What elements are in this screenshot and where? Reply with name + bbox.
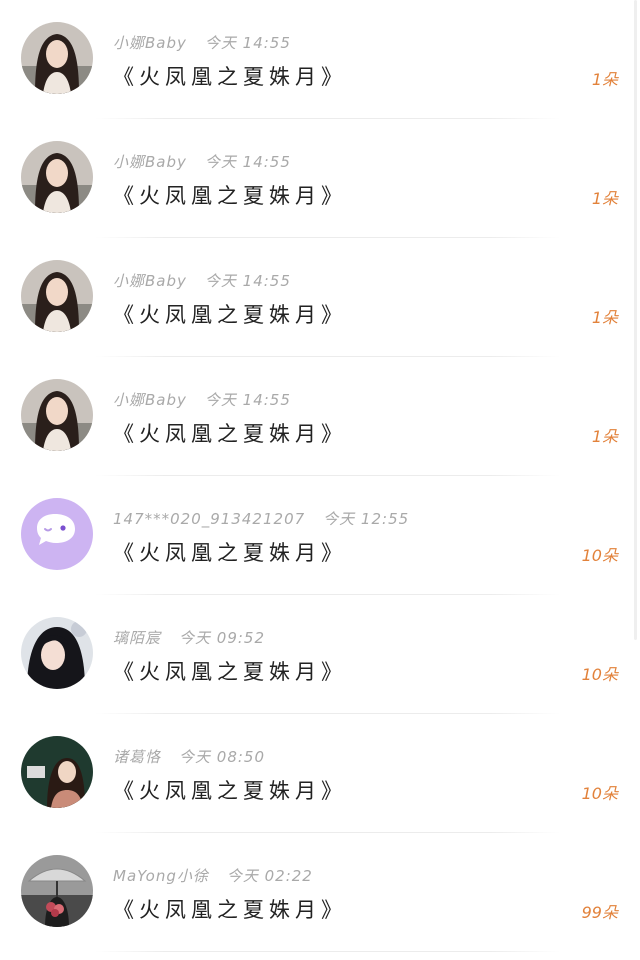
username[interactable]: 小娜Baby	[113, 391, 187, 409]
username[interactable]: 璃陌宸	[113, 629, 161, 647]
portrait-woman-poster-icon	[21, 736, 93, 808]
timestamp: 今天 12:55	[323, 510, 410, 528]
flower-count: 1朵	[591, 189, 618, 208]
portrait-woman-long-hair-icon	[21, 260, 93, 332]
username[interactable]: 小娜Baby	[113, 153, 187, 171]
flower-count: 1朵	[591, 427, 618, 446]
meta-line: 小娜Baby 今天 14:55	[113, 270, 291, 292]
timestamp: 今天 02:22	[226, 867, 313, 885]
meta-line: 诸葛恪 今天 08:50	[113, 746, 265, 768]
timestamp: 今天 14:55	[204, 153, 291, 171]
meta-line: 小娜Baby 今天 14:55	[113, 389, 291, 411]
timestamp: 今天 14:55	[204, 391, 291, 409]
username[interactable]: 诸葛恪	[113, 748, 161, 766]
list-item[interactable]: 小娜Baby 今天 14:55 《火凤凰之夏姝月》 1朵	[0, 357, 640, 476]
flower-count: 10朵	[581, 665, 618, 684]
portrait-woman-long-hair-icon	[21, 379, 93, 451]
list-item[interactable]: 147***020_913421207 今天 12:55 《火凤凰之夏姝月》 10…	[0, 476, 640, 595]
portrait-woman-long-hair-icon	[21, 22, 93, 94]
flower-count: 1朵	[591, 308, 618, 327]
gift-title: 《火凤凰之夏姝月》	[113, 184, 347, 208]
timestamp: 今天 14:55	[204, 34, 291, 52]
username[interactable]: 小娜Baby	[113, 272, 187, 290]
scrollbar[interactable]	[634, 0, 637, 640]
divider	[95, 951, 560, 952]
list-item[interactable]: 小娜Baby 今天 14:55 《火凤凰之夏姝月》 1朵	[0, 119, 640, 238]
timestamp: 今天 08:50	[179, 748, 266, 766]
avatar[interactable]	[21, 736, 93, 808]
flower-count: 10朵	[581, 784, 618, 803]
avatar[interactable]	[21, 498, 93, 570]
username[interactable]: 147***020_913421207	[113, 510, 305, 528]
flower-count: 1朵	[591, 70, 618, 89]
list-item[interactable]: 小娜Baby 今天 14:55 《火凤凰之夏姝月》 1朵	[0, 238, 640, 357]
gift-title: 《火凤凰之夏姝月》	[113, 779, 347, 803]
flower-count: 99朵	[581, 903, 618, 922]
portrait-woman-dark-hair-icon	[21, 617, 93, 689]
gift-title: 《火凤凰之夏姝月》	[113, 541, 347, 565]
avatar[interactable]	[21, 22, 93, 94]
gift-title: 《火凤凰之夏姝月》	[113, 660, 347, 684]
list-item[interactable]: 诸葛恪 今天 08:50 《火凤凰之夏姝月》 10朵	[0, 714, 640, 833]
portrait-umbrella-flowers-icon	[21, 855, 93, 927]
gift-list: 小娜Baby 今天 14:55 《火凤凰之夏姝月》 1朵 小娜Baby 今天 14:…	[0, 0, 640, 960]
meta-line: 小娜Baby 今天 14:55	[113, 151, 291, 173]
avatar[interactable]	[21, 379, 93, 451]
list-item[interactable]: 小娜Baby 今天 14:55 《火凤凰之夏姝月》 1朵	[0, 0, 640, 119]
avatar[interactable]	[21, 141, 93, 213]
gift-title: 《火凤凰之夏姝月》	[113, 898, 347, 922]
portrait-woman-long-hair-icon	[21, 141, 93, 213]
username[interactable]: MaYong小徐	[113, 867, 209, 885]
list-item[interactable]: MaYong小徐 今天 02:22 《火凤凰之夏姝月》 99朵	[0, 833, 640, 952]
username[interactable]: 小娜Baby	[113, 34, 187, 52]
gift-title: 《火凤凰之夏姝月》	[113, 422, 347, 446]
list-item[interactable]: 璃陌宸 今天 09:52 《火凤凰之夏姝月》 10朵	[0, 595, 640, 714]
gift-title: 《火凤凰之夏姝月》	[113, 65, 347, 89]
meta-line: 小娜Baby 今天 14:55	[113, 32, 291, 54]
meta-line: MaYong小徐 今天 02:22	[113, 865, 313, 887]
meta-line: 147***020_913421207 今天 12:55	[113, 508, 409, 530]
timestamp: 今天 14:55	[204, 272, 291, 290]
avatar[interactable]	[21, 855, 93, 927]
meta-line: 璃陌宸 今天 09:52	[113, 627, 265, 649]
flower-count: 10朵	[581, 546, 618, 565]
chat-bubble-icon	[21, 498, 93, 570]
gift-title: 《火凤凰之夏姝月》	[113, 303, 347, 327]
timestamp: 今天 09:52	[179, 629, 266, 647]
avatar[interactable]	[21, 617, 93, 689]
avatar[interactable]	[21, 260, 93, 332]
